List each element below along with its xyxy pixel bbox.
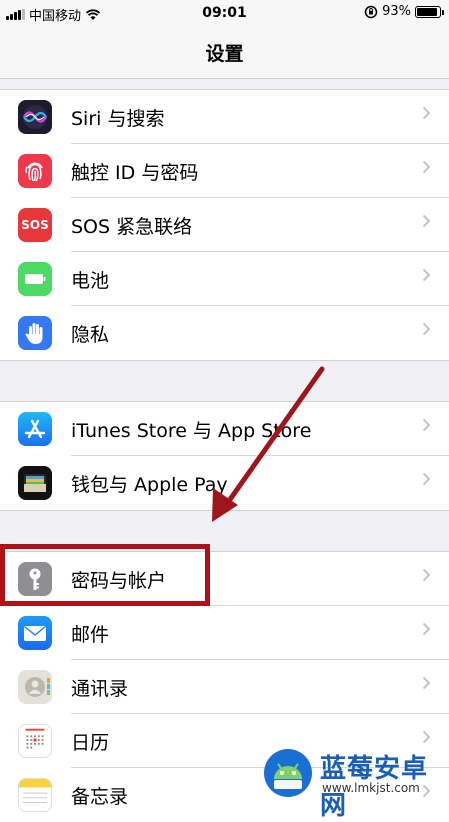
chevron-right-icon: [422, 676, 431, 690]
status-right: 93%: [364, 4, 444, 19]
chevron-right-icon: [422, 622, 431, 636]
row-label: 备忘录: [71, 786, 129, 808]
settings-group-2: iTunes Store 与 App Store 钱包与 Apple Pay: [0, 401, 449, 511]
page-title: 设置: [205, 43, 244, 65]
row-siri[interactable]: Siri 与搜索: [0, 90, 449, 144]
row-sos[interactable]: SOS SOS 紧急联络: [0, 198, 449, 252]
row-battery[interactable]: 电池: [0, 252, 449, 306]
chevron-right-icon: [422, 160, 431, 174]
row-label: Siri 与搜索: [71, 108, 165, 130]
row-contacts[interactable]: 通讯录: [0, 660, 449, 714]
siri-icon: [18, 100, 52, 134]
chevron-right-icon: [422, 268, 431, 282]
row-app-store[interactable]: iTunes Store 与 App Store: [0, 402, 449, 456]
row-privacy[interactable]: 隐私: [0, 306, 449, 360]
battery-percent: 93%: [382, 4, 411, 19]
app-store-icon: [18, 412, 52, 446]
chevron-right-icon: [422, 568, 431, 582]
row-label: 钱包与 Apple Pay: [71, 474, 228, 496]
sos-icon: SOS: [18, 208, 52, 242]
contacts-icon: [18, 670, 52, 704]
row-touch-id[interactable]: 触控 ID 与密码: [0, 144, 449, 198]
row-mail[interactable]: 邮件: [0, 606, 449, 660]
status-bar: 中国移动 09:01 93%: [0, 0, 449, 26]
row-wallet[interactable]: 钱包与 Apple Pay: [0, 456, 449, 510]
watermark: 蓝莓安卓网 www.lmkjst.com: [262, 745, 449, 821]
android-logo-icon: [264, 749, 312, 797]
watermark-url: www.lmkjst.com: [322, 781, 420, 795]
notes-icon: [18, 778, 52, 812]
rotation-lock-icon: [364, 5, 378, 18]
highlight-box: [0, 544, 210, 606]
mail-icon: [18, 616, 52, 650]
settings-group-1: Siri 与搜索 触控 ID 与密码 SOS SOS 紧急联络 电池 隐私: [0, 89, 449, 361]
chevron-right-icon: [422, 106, 431, 120]
row-label: 邮件: [71, 624, 110, 646]
battery-icon: [415, 5, 444, 18]
row-label: SOS 紧急联络: [71, 216, 193, 238]
row-label: 触控 ID 与密码: [71, 162, 199, 184]
wallet-icon: [18, 466, 52, 500]
calendar-icon: [18, 724, 52, 758]
navigation-bar: 设置: [0, 26, 449, 79]
sos-icon-text: SOS: [21, 218, 49, 232]
hand-icon: [18, 316, 52, 350]
chevron-right-icon: [422, 322, 431, 336]
row-label: 隐私: [71, 324, 110, 346]
fingerprint-icon: [18, 154, 52, 188]
chevron-right-icon: [422, 472, 431, 486]
row-label: iTunes Store 与 App Store: [71, 420, 312, 442]
row-label: 日历: [71, 732, 110, 754]
row-label: 电池: [71, 270, 110, 292]
chevron-right-icon: [422, 418, 431, 432]
chevron-right-icon: [422, 214, 431, 228]
row-label: 通讯录: [71, 678, 129, 700]
battery-icon: [18, 262, 52, 296]
chevron-right-icon: [422, 730, 431, 744]
